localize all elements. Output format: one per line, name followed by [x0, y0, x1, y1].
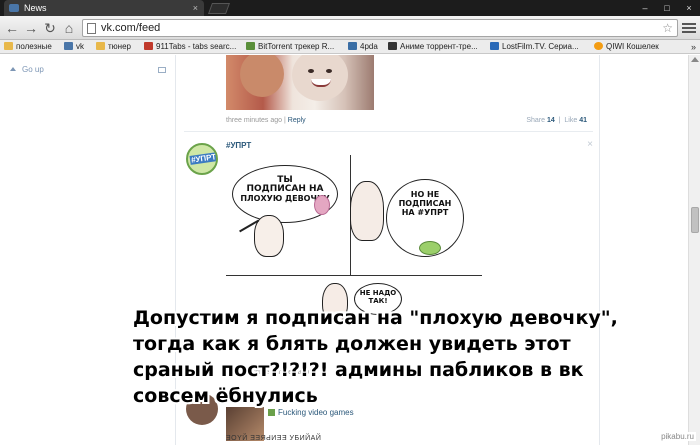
comic-figure — [350, 181, 384, 241]
vk-favicon-icon — [9, 4, 19, 12]
like-count: 41 — [579, 117, 587, 124]
tab-news[interactable]: News × — [4, 0, 204, 16]
forward-button[interactable]: → — [23, 20, 39, 36]
close-window-button[interactable]: × — [678, 0, 700, 16]
screenshot-root: News × – □ × ← → ↻ ⌂ vk.com/feed ☆ полез… — [0, 0, 700, 445]
scroll-thumb[interactable] — [691, 207, 699, 233]
bookmark-item[interactable]: BitTorrent трекер R... — [246, 40, 334, 54]
tab-strip: News × – □ × — [0, 0, 700, 16]
home-button[interactable]: ⌂ — [61, 20, 77, 36]
vk-icon — [64, 42, 73, 50]
folder-icon — [96, 42, 105, 50]
comic-figure — [254, 215, 284, 257]
bookmark-item[interactable]: тюнер — [96, 40, 131, 54]
4pda-icon — [348, 42, 357, 50]
lostfilm-icon — [490, 42, 499, 50]
post-author[interactable]: #УПРТ — [226, 141, 251, 150]
post-time: three minutes ago — [226, 117, 283, 124]
wrench-menu-icon[interactable] — [682, 21, 696, 35]
go-up-link[interactable]: Go up — [10, 65, 44, 74]
new-tab-button[interactable] — [207, 3, 231, 14]
qiwi-icon — [594, 42, 603, 50]
browser-toolbar: ← → ↻ ⌂ vk.com/feed ☆ — [0, 16, 700, 40]
anime-icon — [388, 42, 397, 50]
share-count: 14 — [547, 117, 555, 124]
bookmark-item[interactable]: vk — [64, 40, 84, 54]
close-icon[interactable]: × — [587, 139, 593, 150]
bookmark-star-icon[interactable]: ☆ — [662, 20, 673, 36]
meme-caption: Допустим я подписан на "плохую девочку",… — [133, 307, 618, 407]
page-icon — [87, 23, 96, 34]
bookmark-item[interactable]: Аниме торрент-тре... — [388, 40, 478, 54]
upr-badge — [419, 241, 441, 255]
like-button[interactable]: Like 41 — [564, 117, 587, 124]
folder-icon — [4, 42, 13, 50]
tabs-icon — [144, 42, 153, 50]
bookmark-item[interactable]: QIWI Кошелек — [594, 40, 659, 54]
minimize-button[interactable]: – — [634, 0, 656, 16]
tab-close-icon[interactable]: × — [193, 0, 198, 16]
tab-title: News — [24, 3, 47, 13]
bookmark-item[interactable]: 911Tabs - tabs searc... — [144, 40, 236, 54]
maximize-button[interactable]: □ — [656, 0, 678, 16]
arrow-up-icon — [10, 67, 16, 71]
bookmarks-bar: полезные vk тюнер 911Tabs - tabs searc..… — [0, 40, 700, 54]
share-button[interactable]: Share 14 — [526, 117, 554, 124]
scroll-up-icon[interactable] — [691, 57, 699, 62]
torrent-icon — [246, 42, 255, 50]
watermark: pikabu.ru — [659, 432, 696, 441]
gif-link[interactable]: Fucking video games — [268, 408, 354, 417]
bookmark-item[interactable]: LostFilm.TV. Сериа... — [490, 40, 579, 54]
back-button[interactable]: ← — [4, 20, 20, 36]
bookmark-item[interactable]: 4pda — [348, 40, 378, 54]
reply-link[interactable]: Reply — [288, 117, 306, 124]
address-bar[interactable]: vk.com/feed ☆ — [82, 19, 678, 37]
mail-icon[interactable] — [158, 67, 166, 73]
comic-image[interactable]: ТЫ ПОДПИСАН НА ПЛОХУЮ ДЕВОЧКУ НО НЕ ПОДП… — [226, 155, 482, 323]
post-actions: Share 14 | Like 41 — [526, 117, 587, 124]
post-text: ƎOYЙ ƎƎЯԀИƎƎ УБИЙАЙ — [226, 435, 322, 442]
avatar-badge — [314, 195, 330, 215]
play-icon — [268, 409, 275, 416]
post-meta: three minutes ago | Reply — [226, 117, 306, 124]
divider — [184, 131, 593, 132]
bookmark-item[interactable]: полезные — [4, 40, 52, 54]
reload-button[interactable]: ↻ — [42, 20, 58, 36]
post-photo[interactable] — [226, 55, 374, 110]
avatar[interactable]: #УПРТ — [186, 143, 218, 175]
window-controls: – □ × — [634, 0, 700, 16]
bookmarks-more-button[interactable]: » — [691, 40, 696, 54]
address-url: vk.com/feed — [101, 22, 161, 34]
